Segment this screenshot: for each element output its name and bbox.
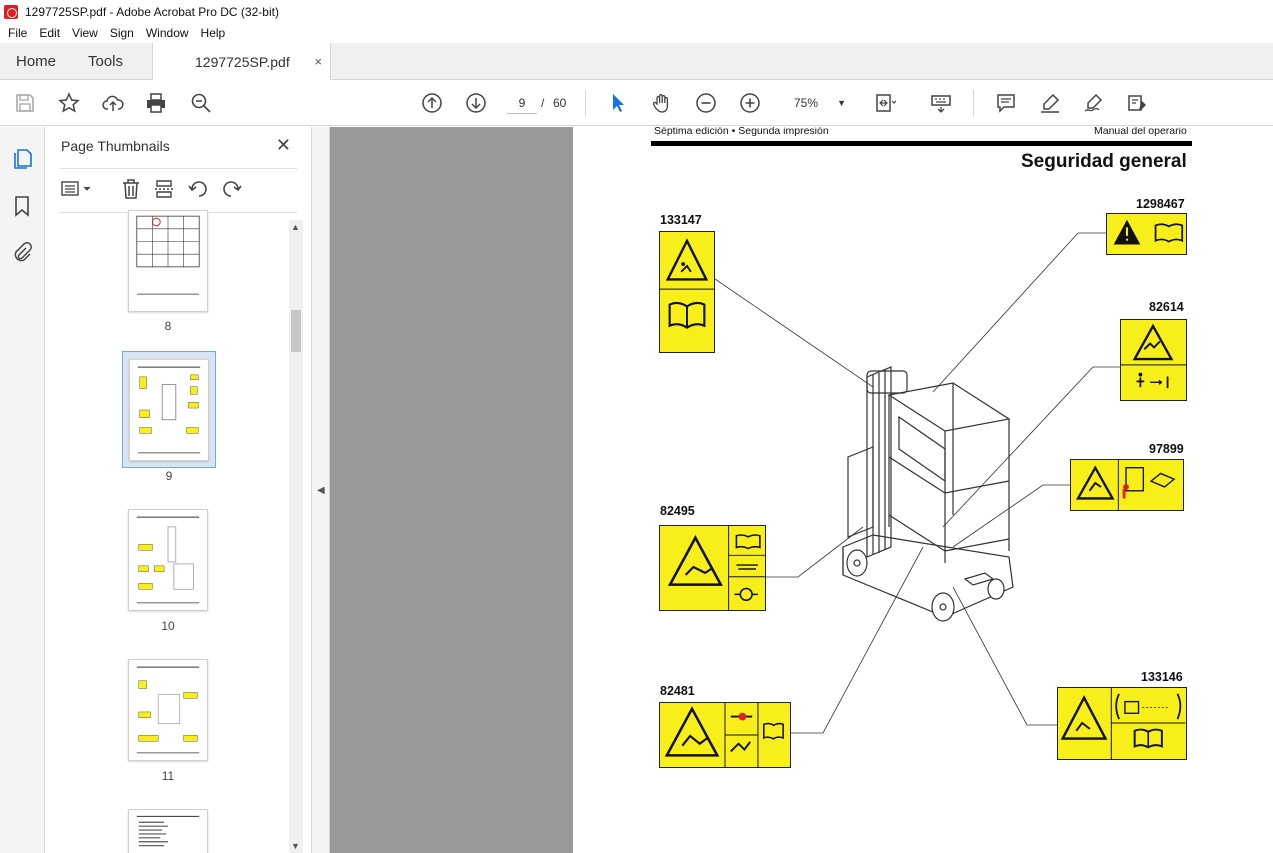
menu-edit[interactable]: Edit	[33, 26, 66, 40]
decal-133147	[659, 231, 715, 353]
pdf-page: Séptima edición • Segunda impresión Manu…	[573, 127, 1273, 853]
scroll-up-icon[interactable]: ▲	[291, 222, 300, 232]
attachment-icon[interactable]	[11, 241, 33, 263]
scroll-thumb[interactable]	[291, 310, 301, 352]
decal-number: 1298467	[1136, 197, 1185, 211]
print-icon[interactable]	[144, 91, 168, 115]
thumbnail-page-8[interactable]	[128, 210, 208, 312]
page-header-right: Manual del operario	[1094, 127, 1187, 137]
menu-view[interactable]: View	[66, 26, 104, 40]
hand-tool-icon[interactable]	[650, 91, 674, 115]
decal-number: 97899	[1149, 442, 1184, 456]
rotate-right-icon[interactable]	[220, 178, 244, 200]
fill-sign-icon[interactable]	[1125, 91, 1149, 115]
toolbar: 9 / 60 75% ▼	[0, 80, 1273, 126]
decal-133146	[1057, 687, 1187, 760]
tab-tools[interactable]: Tools	[88, 43, 123, 80]
panel-title: Page Thumbnails	[61, 138, 170, 154]
rotate-left-icon[interactable]	[186, 178, 210, 200]
thumbnail-page-partial[interactable]	[128, 809, 208, 853]
menu-window[interactable]: Window	[140, 26, 195, 40]
chevron-down-icon: ▼	[837, 98, 846, 108]
thumbnail-page-11[interactable]	[128, 659, 208, 761]
toolbar-divider	[973, 90, 974, 116]
menu-sign[interactable]: Sign	[104, 26, 140, 40]
total-pages: 60	[553, 96, 567, 110]
bookmark-icon[interactable]	[11, 195, 33, 217]
zoom-value: 75%	[794, 96, 819, 110]
title-bar: 1297725SP.pdf - Adobe Acrobat Pro DC (32…	[0, 0, 1273, 23]
thumbnails-scrollbar[interactable]: ▲ ▼	[289, 220, 303, 853]
keyboard-icon[interactable]	[929, 91, 953, 115]
document-view[interactable]: Séptima edición • Segunda impresión Manu…	[330, 127, 1273, 853]
left-rail	[0, 127, 45, 853]
delete-trash-icon[interactable]	[119, 178, 143, 200]
collapse-panel-icon[interactable]: ◀	[317, 485, 325, 496]
decal-number: 82614	[1149, 300, 1184, 314]
decal-97899	[1070, 459, 1184, 511]
tab-close-icon[interactable]: ×	[314, 54, 322, 69]
section-title: Seguridad general	[1021, 151, 1187, 172]
decal-number: 133146	[1141, 670, 1183, 684]
zoom-dropdown[interactable]: 75% ▼	[784, 92, 852, 114]
star-icon[interactable]	[57, 91, 81, 115]
thumbnail-label: 10	[161, 619, 175, 633]
options-menu-icon[interactable]	[59, 178, 95, 200]
decal-82495	[659, 525, 766, 611]
thumbnail-page-10[interactable]	[128, 509, 208, 611]
upload-cloud-icon[interactable]	[101, 91, 125, 115]
panel-splitter[interactable]: ◀	[312, 127, 330, 853]
page-fit-icon[interactable]	[873, 91, 897, 115]
zoom-search-icon[interactable]	[189, 91, 213, 115]
thumbnail-label: 8	[164, 319, 172, 333]
save-icon[interactable]	[13, 91, 37, 115]
thumbnail-label: 11	[161, 769, 175, 783]
tab-home[interactable]: Home	[16, 43, 56, 80]
draw-sign-icon[interactable]	[1082, 91, 1106, 115]
panel-divider	[59, 168, 297, 169]
decal-number: 82495	[660, 504, 695, 518]
menu-help[interactable]: Help	[195, 26, 232, 40]
toolbar-divider	[585, 90, 586, 116]
decal-number: 82481	[660, 684, 695, 698]
decal-number: 133147	[660, 213, 702, 227]
decal-82614	[1120, 319, 1187, 401]
tab-document-label: 1297725SP.pdf	[195, 53, 290, 70]
comment-icon[interactable]	[994, 91, 1018, 115]
tab-document[interactable]: 1297725SP.pdf ×	[152, 43, 331, 80]
window-title: 1297725SP.pdf - Adobe Acrobat Pro DC (32…	[25, 4, 279, 19]
decal-1298467	[1106, 213, 1187, 255]
header-rule	[651, 141, 1192, 146]
thumbnails-panel: Page Thumbnails ✕ 8 9 10 11 ▲ ▼	[45, 127, 312, 853]
thumbnail-label: 9	[165, 469, 173, 483]
page-separator: /	[541, 96, 545, 110]
menu-file[interactable]: File	[2, 26, 33, 40]
insert-page-icon[interactable]	[152, 178, 176, 200]
page-header-left: Séptima edición • Segunda impresión	[654, 127, 829, 137]
page-number-input[interactable]: 9	[507, 92, 537, 114]
scroll-down-icon[interactable]: ▼	[291, 841, 300, 851]
next-page-icon[interactable]	[464, 91, 488, 115]
select-cursor-icon[interactable]	[606, 91, 630, 115]
zoom-in-icon[interactable]	[738, 91, 762, 115]
highlight-pen-icon[interactable]	[1038, 91, 1062, 115]
menu-bar: File Edit View Sign Window Help	[0, 23, 1273, 43]
tab-bar: Home Tools 1297725SP.pdf ×	[0, 43, 1273, 80]
previous-page-icon[interactable]	[420, 91, 444, 115]
decal-82481	[659, 702, 791, 768]
close-icon[interactable]: ✕	[276, 135, 291, 156]
acrobat-icon	[4, 4, 18, 19]
zoom-out-icon[interactable]	[694, 91, 718, 115]
thumbnail-page-9[interactable]	[129, 359, 209, 461]
page-thumbnails-icon[interactable]	[11, 148, 33, 170]
